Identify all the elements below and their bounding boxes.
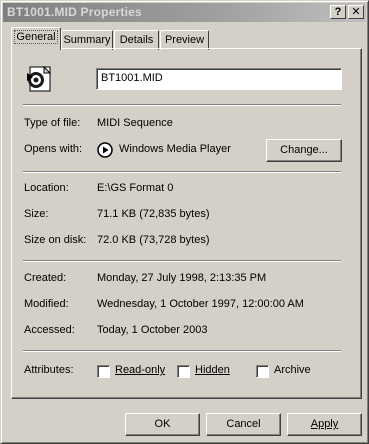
divider: [23, 260, 341, 262]
tab-preview[interactable]: Preview: [160, 30, 209, 50]
tab-preview-label: Preview: [164, 34, 205, 46]
read-only-label[interactable]: Read-only: [115, 364, 165, 376]
ok-button-label: OK: [154, 418, 171, 430]
read-only-checkbox[interactable]: [97, 365, 110, 378]
close-button[interactable]: ✕: [348, 5, 364, 19]
apply-button-label: Apply: [310, 418, 339, 430]
accessed-value: Today, 1 October 2003: [97, 324, 208, 336]
archive-checkbox[interactable]: [256, 365, 269, 378]
location-label: Location:: [24, 182, 69, 194]
hidden-label[interactable]: Hidden: [195, 364, 230, 376]
file-name-value: BT1001.MID: [101, 72, 163, 84]
tab-details-label: Details: [119, 34, 154, 46]
opens-with-value: Windows Media Player: [119, 143, 231, 155]
cancel-button-label: Cancel: [226, 418, 261, 430]
size-on-disk-label: Size on disk:: [24, 234, 87, 246]
created-label: Created:: [24, 272, 67, 284]
windows-media-player-icon: [97, 142, 113, 158]
size-label: Size:: [24, 208, 49, 220]
size-on-disk-value: 72.0 KB (73,728 bytes): [97, 234, 210, 246]
divider: [23, 350, 341, 352]
help-button[interactable]: ?: [330, 5, 346, 19]
properties-window: BT1001.MID Properties ? ✕ General Summar…: [0, 0, 369, 444]
location-value: E:\GS Format 0: [97, 182, 174, 194]
attributes-label: Attributes:: [24, 364, 74, 376]
general-tab-panel: [11, 48, 362, 399]
size-value: 71.1 KB (72,835 bytes): [97, 208, 210, 220]
type-of-file-label: Type of file:: [24, 117, 81, 129]
divider: [23, 104, 341, 106]
archive-label[interactable]: Archive: [274, 364, 311, 376]
change-button[interactable]: Change...: [266, 139, 342, 162]
ok-button[interactable]: OK: [125, 413, 200, 436]
tab-summary[interactable]: Summary: [61, 30, 113, 50]
cancel-button[interactable]: Cancel: [206, 413, 281, 436]
file-name-field[interactable]: BT1001.MID: [96, 68, 342, 90]
modified-value: Wednesday, 1 October 1997, 12:00:00 AM: [97, 298, 304, 310]
help-icon: ?: [334, 6, 342, 18]
tab-general-label: General: [14, 30, 58, 44]
midi-file-icon: [23, 65, 53, 93]
window-title: BT1001.MID Properties: [7, 5, 142, 19]
tab-details[interactable]: Details: [114, 30, 159, 50]
hidden-checkbox[interactable]: [177, 365, 190, 378]
type-of-file-value: MIDI Sequence: [97, 117, 173, 129]
close-icon: ✕: [351, 6, 361, 18]
modified-label: Modified:: [24, 298, 69, 310]
apply-button[interactable]: Apply: [287, 413, 362, 436]
created-value: Monday, 27 July 1998, 2:13:35 PM: [97, 272, 267, 284]
tab-general[interactable]: General: [11, 27, 61, 50]
tab-summary-label: Summary: [63, 34, 111, 46]
title-bar[interactable]: BT1001.MID Properties ? ✕: [3, 3, 366, 22]
divider: [23, 171, 341, 173]
opens-with-label: Opens with:: [24, 143, 83, 155]
accessed-label: Accessed:: [24, 324, 75, 336]
change-button-label: Change...: [280, 144, 328, 156]
